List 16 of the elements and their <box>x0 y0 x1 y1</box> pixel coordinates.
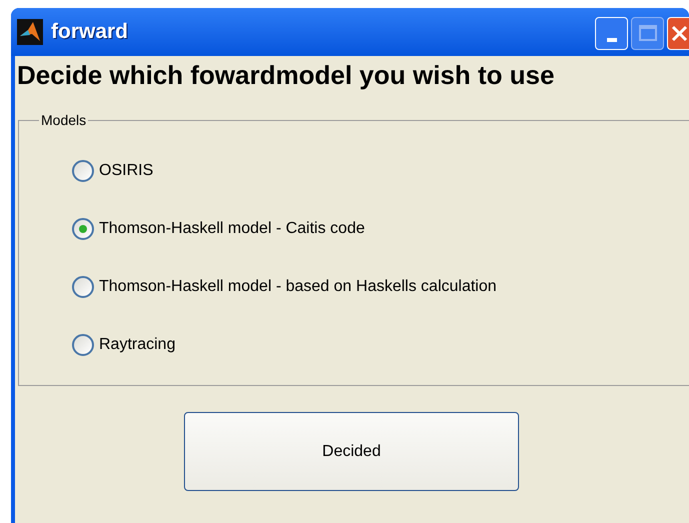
minimize-button[interactable] <box>595 16 628 50</box>
heading: Decide which fowardmodel you wish to use <box>17 62 556 88</box>
radio-button[interactable] <box>72 334 94 356</box>
close-button[interactable] <box>667 16 689 50</box>
option-label: Thomson-Haskell model - based on Haskells calculation <box>99 277 497 297</box>
radio-button[interactable] <box>72 218 94 240</box>
radio-button[interactable] <box>72 160 94 182</box>
decided-button[interactable]: Decided <box>184 412 519 491</box>
app-icon <box>17 19 43 45</box>
option-label: OSIRIS <box>99 161 154 181</box>
radio-button[interactable] <box>72 276 94 298</box>
option-label: Thomson-Haskell model - Caitis code <box>99 219 365 239</box>
close-icon <box>671 24 688 42</box>
group-label: Models <box>39 112 88 128</box>
option-label: Raytracing <box>99 335 176 355</box>
window-title: forward <box>51 19 128 46</box>
